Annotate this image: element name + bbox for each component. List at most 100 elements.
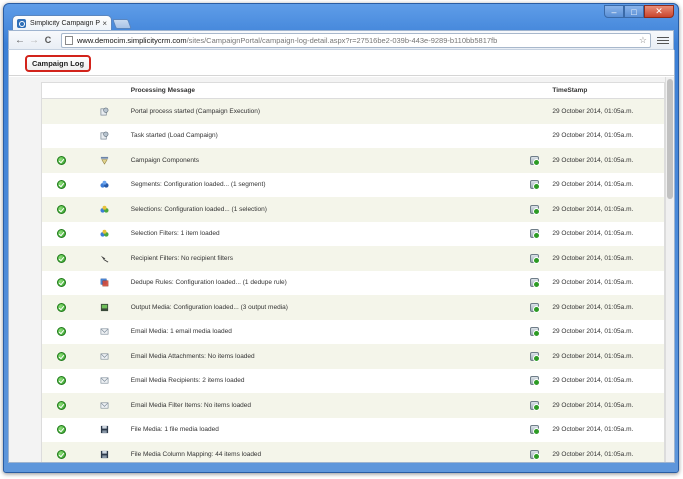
header-timestamp[interactable]: TimeStamp (548, 87, 664, 94)
table-row[interactable]: Segments: Configuration loaded... (1 seg… (42, 172, 664, 197)
view-detail-icon[interactable] (529, 425, 540, 436)
timestamp: 29 October 2014, 01:05a.m. (552, 426, 634, 434)
success-check-icon (57, 425, 67, 435)
processing-message: Selection Filters: 1 item loaded (130, 230, 220, 238)
table-row[interactable]: Campaign Components 29 October 2014, 01:0… (42, 148, 664, 173)
timestamp: 29 October 2014, 01:05a.m. (552, 450, 634, 458)
processing-message: Email Media: 1 email media loaded (130, 328, 232, 336)
header-processing-message[interactable]: Processing Message (127, 87, 521, 94)
view-detail-icon[interactable] (529, 278, 540, 289)
success-check-icon (57, 253, 67, 263)
timestamp: 29 October 2014, 01:05a.m. (552, 254, 634, 262)
table-row[interactable]: File Media: 1 file media loaded 29 Octobe… (42, 417, 664, 442)
processing-message: Output Media: Configuration loaded... (3… (130, 303, 288, 311)
success-check-icon (57, 400, 67, 410)
table-row[interactable]: Portal process started (Campaign Executi… (42, 99, 664, 124)
filter-icon (100, 254, 109, 263)
table-row[interactable]: Email Media Filter Items: No items loade… (42, 393, 664, 418)
success-check-icon (57, 327, 67, 337)
view-detail-icon[interactable] (529, 253, 540, 264)
view-detail-icon[interactable] (529, 327, 540, 338)
browser-window: Simplicity Campaign Port × – □ ✕ ← → C w… (3, 3, 679, 473)
menu-icon[interactable] (657, 36, 669, 44)
timestamp: 29 October 2014, 01:05a.m. (552, 377, 634, 385)
segments-icon (100, 180, 109, 189)
table-header: Processing Message TimeStamp (42, 83, 664, 99)
selections-icon (100, 205, 109, 214)
window-controls: – □ ✕ (604, 5, 674, 18)
dedupe-icon (100, 278, 109, 287)
minimize-button[interactable]: – (604, 5, 624, 18)
file-icon (100, 450, 109, 459)
table-row[interactable]: Email Media: 1 email media loaded 29 Octo… (42, 319, 664, 344)
timestamp: 29 October 2014, 01:05a.m. (552, 328, 634, 336)
reload-button[interactable]: C (41, 33, 55, 47)
table-row[interactable]: Output Media: Configuration loaded... (3… (42, 295, 664, 320)
process-icon (100, 131, 109, 140)
forward-button[interactable]: → (27, 33, 41, 47)
email-icon (100, 352, 109, 361)
process-icon (100, 107, 109, 116)
output-media-icon (100, 303, 109, 312)
table-row[interactable]: Email Media Attachments: No items loaded… (42, 344, 664, 369)
processing-message: Segments: Configuration loaded... (1 seg… (130, 181, 266, 189)
timestamp: 29 October 2014, 01:05a.m. (552, 230, 634, 238)
view-detail-icon[interactable] (529, 180, 540, 191)
success-check-icon (57, 180, 67, 190)
timestamp: 29 October 2014, 01:05a.m. (552, 401, 634, 409)
timestamp: 29 October 2014, 01:05a.m. (552, 107, 634, 115)
timestamp: 29 October 2014, 01:05a.m. (552, 181, 634, 189)
processing-message: Email Media Attachments: No items loaded (130, 352, 255, 360)
maximize-button[interactable]: □ (624, 5, 644, 18)
table-row[interactable]: Task started (Load Campaign) 29 October 2… (42, 123, 664, 148)
bookmark-star-icon[interactable]: ☆ (639, 35, 647, 46)
url-host: www.democim.simplicitycrm.com (77, 35, 187, 45)
success-check-icon (57, 229, 67, 239)
success-check-icon (57, 449, 67, 459)
email-icon (100, 401, 109, 410)
processing-message: File Media: 1 file media loaded (130, 426, 219, 434)
back-button[interactable]: ← (13, 33, 27, 47)
vertical-scrollbar[interactable] (665, 77, 674, 462)
table-body: Portal process started (Campaign Executi… (42, 99, 664, 462)
timestamp: 29 October 2014, 01:05a.m. (552, 352, 634, 360)
success-check-icon (57, 302, 67, 312)
table-row[interactable]: Recipient Filters: No recipient filters 2… (42, 246, 664, 271)
view-detail-icon[interactable] (529, 302, 540, 313)
campaign-log-button[interactable]: Campaign Log (25, 55, 91, 72)
view-detail-icon[interactable] (529, 351, 540, 362)
view-detail-icon[interactable] (529, 400, 540, 411)
table-row[interactable]: Dedupe Rules: Configuration loaded... (1… (42, 270, 664, 295)
address-bar[interactable]: www.democim.simplicitycrm.com /sites/Cam… (61, 32, 651, 48)
browser-tab[interactable]: Simplicity Campaign Port × (12, 15, 112, 31)
view-detail-icon[interactable] (529, 204, 540, 215)
page-icon (65, 35, 73, 45)
success-check-icon (57, 204, 67, 214)
table-row[interactable]: Email Media Recipients: 2 items loaded 29… (42, 368, 664, 393)
view-detail-icon[interactable] (529, 376, 540, 387)
components-icon (100, 156, 109, 165)
table-row[interactable]: Selections: Configuration loaded... (1 s… (42, 197, 664, 222)
view-detail-icon[interactable] (529, 229, 540, 240)
timestamp: 29 October 2014, 01:05a.m. (552, 156, 634, 164)
selections-icon (100, 229, 109, 238)
processing-message: Email Media Recipients: 2 items loaded (130, 377, 245, 385)
processing-message: Dedupe Rules: Configuration loaded... (1… (130, 279, 287, 287)
table-row[interactable]: Selection Filters: 1 item loaded 29 Octob… (42, 221, 664, 246)
processing-message: Campaign Components (130, 156, 200, 164)
view-detail-icon[interactable] (529, 449, 540, 460)
tab-close-icon[interactable]: × (102, 19, 107, 28)
tab-strip: Simplicity Campaign Port × – □ ✕ (4, 4, 678, 31)
scrollbar-thumb[interactable] (667, 79, 673, 199)
timestamp: 29 October 2014, 01:05a.m. (552, 279, 634, 287)
success-check-icon (57, 278, 67, 288)
close-window-button[interactable]: ✕ (644, 5, 674, 18)
browser-toolbar: ← → C www.democim.simplicitycrm.com /sit… (8, 30, 674, 50)
tab-title: Simplicity Campaign Port (30, 20, 101, 27)
view-detail-icon[interactable] (529, 155, 540, 166)
processing-message: Email Media Filter Items: No items loade… (130, 401, 252, 409)
log-content: Processing Message TimeStamp Portal proc… (9, 77, 667, 462)
email-icon (100, 376, 109, 385)
new-tab-button[interactable] (112, 19, 132, 29)
table-row[interactable]: File Media Column Mapping: 44 items load… (42, 442, 664, 462)
